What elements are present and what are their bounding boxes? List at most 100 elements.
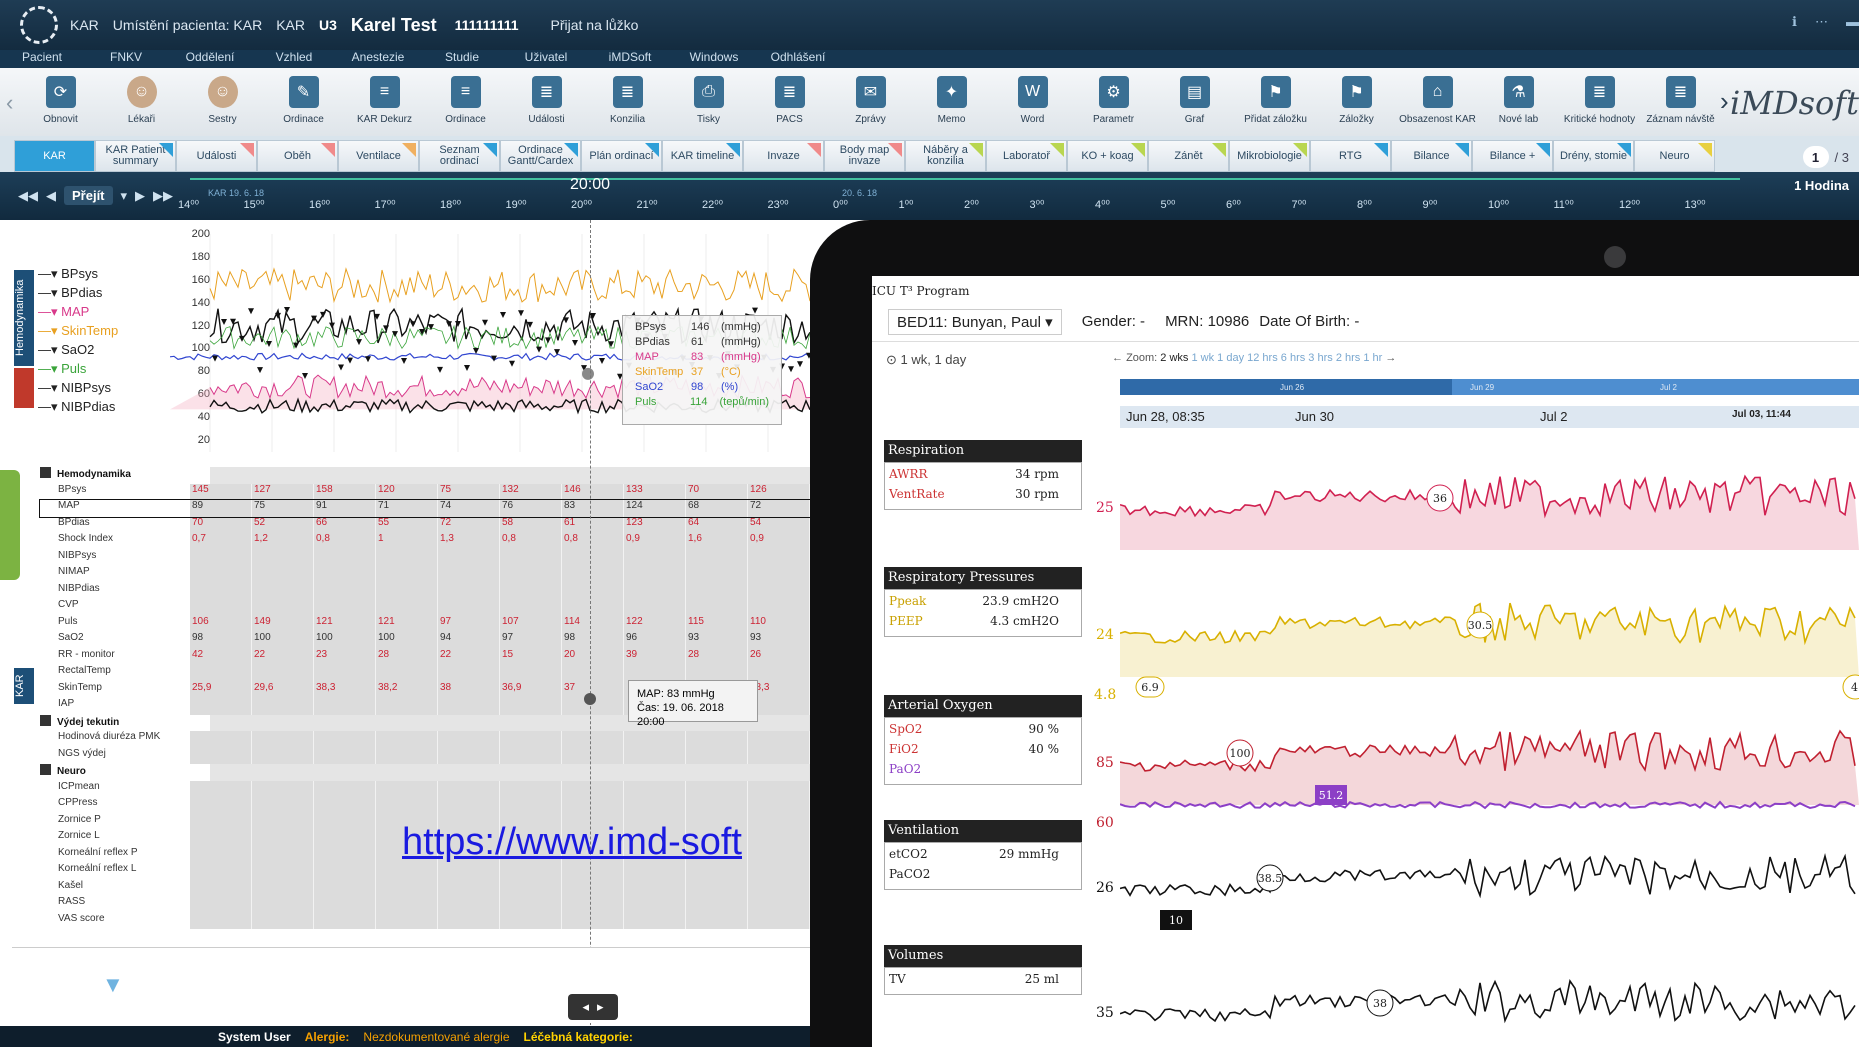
table-cell[interactable]: 26 (748, 648, 810, 665)
table-cell[interactable] (314, 797, 376, 814)
table-cell[interactable] (748, 780, 810, 797)
more-icon[interactable]: ⋯ (1815, 14, 1828, 30)
table-cell[interactable] (314, 912, 376, 929)
table-cell[interactable] (314, 780, 376, 797)
table-cell[interactable] (500, 582, 562, 599)
vital-row[interactable]: TV 25 ml (889, 972, 1077, 992)
forward-icon[interactable]: ▶ (135, 188, 145, 204)
nav-right-icon[interactable]: ▸ (597, 999, 604, 1015)
table-cell[interactable] (252, 863, 314, 880)
table-cell[interactable]: 96 (624, 632, 686, 649)
table-cell[interactable] (190, 813, 252, 830)
fast-forward-icon[interactable]: ▶▶ (153, 188, 173, 204)
menu-item-9[interactable]: Odhlášení (756, 50, 840, 68)
grid-section-header[interactable]: Neuro (40, 764, 810, 781)
vital-row[interactable]: Ppeak 23.9 cmH2O (889, 594, 1077, 614)
table-cell[interactable] (190, 912, 252, 929)
toolbar-button-18[interactable]: ⚗ Nové lab (1478, 68, 1559, 136)
table-cell[interactable] (190, 863, 252, 880)
table-cell[interactable] (562, 549, 624, 566)
table-cell[interactable] (748, 912, 810, 929)
table-cell[interactable]: 75 (438, 483, 500, 500)
toolbar-button-1[interactable]: ☺ Lékaři (101, 68, 182, 136)
table-cell[interactable]: 133 (624, 483, 686, 500)
toolbar-button-4[interactable]: ≡ KAR Dekurz (344, 68, 425, 136)
table-cell[interactable] (500, 912, 562, 929)
table-cell[interactable] (376, 780, 438, 797)
table-cell[interactable]: 158 (314, 483, 376, 500)
table-cell[interactable] (190, 797, 252, 814)
table-cell[interactable]: 28 (686, 648, 748, 665)
table-cell[interactable] (252, 896, 314, 913)
table-cell[interactable]: 93 (686, 632, 748, 649)
toolbar-button-10[interactable]: ✉ Zprávy (830, 68, 911, 136)
table-cell[interactable] (686, 566, 748, 583)
table-cell[interactable] (686, 896, 748, 913)
table-cell[interactable] (438, 912, 500, 929)
table-row[interactable]: CPPress (40, 797, 810, 814)
table-cell[interactable] (252, 797, 314, 814)
table-cell[interactable]: 89 (190, 500, 252, 517)
table-cell[interactable] (252, 912, 314, 929)
table-cell[interactable]: 107 (500, 615, 562, 632)
table-cell[interactable] (252, 731, 314, 748)
table-cell[interactable] (376, 549, 438, 566)
table-row[interactable]: NIBPsys (40, 549, 810, 566)
table-cell[interactable] (314, 599, 376, 616)
bed-select[interactable]: BED11: Bunyan, Paul ▾ (888, 308, 1062, 335)
table-cell[interactable] (748, 549, 810, 566)
table-cell[interactable] (314, 665, 376, 682)
table-cell[interactable]: 0,8 (500, 533, 562, 550)
table-cell[interactable] (190, 566, 252, 583)
table-cell[interactable] (686, 797, 748, 814)
table-row[interactable]: Kašel (40, 879, 810, 896)
table-cell[interactable]: 38 (438, 681, 500, 698)
table-cell[interactable] (500, 879, 562, 896)
legend-item[interactable]: —▾ MAP (38, 302, 118, 321)
table-cell[interactable] (686, 582, 748, 599)
table-cell[interactable] (190, 549, 252, 566)
tab-19[interactable]: Drény, stomie (1553, 140, 1634, 172)
table-row[interactable]: Shock Index 0,7 1,2 0,8 1 1,3 0,8 0,8 0,9 1,6 0,9 (40, 533, 810, 550)
legend-item[interactable]: —▾ SkinTemp (38, 321, 118, 340)
table-row[interactable]: VAS score (40, 912, 810, 929)
table-row[interactable]: RASS (40, 896, 810, 913)
app-logo-icon[interactable] (20, 6, 58, 44)
table-cell[interactable] (748, 879, 810, 896)
table-cell[interactable] (748, 747, 810, 764)
timeline-bar[interactable]: ◀◀ ◀ Přejít ▾ ▶ ▶▶ KAR 19. 6. 18 20. 6. … (0, 172, 1859, 220)
go-dropdown-icon[interactable]: ▾ (121, 188, 128, 204)
menu-item-3[interactable]: Vzhled (252, 50, 336, 68)
table-cell[interactable]: 72 (438, 516, 500, 533)
table-cell[interactable]: 61 (562, 516, 624, 533)
table-row[interactable]: Hodinová diuréza PMK (40, 731, 810, 748)
zoom-option[interactable]: 2 hrs (1336, 352, 1364, 364)
table-cell[interactable] (190, 747, 252, 764)
toolbar-button-3[interactable]: ✎ Ordinace (263, 68, 344, 136)
toolbar-button-8[interactable]: ⎙ Tisky (668, 68, 749, 136)
table-cell[interactable] (562, 599, 624, 616)
table-cell[interactable] (314, 549, 376, 566)
table-cell[interactable] (252, 830, 314, 847)
back-icon[interactable]: ◀ (46, 188, 56, 204)
table-row[interactable]: Puls 106 149 121 121 97 107 114 122 115 110 (40, 615, 810, 632)
table-cell[interactable]: 29,6 (252, 681, 314, 698)
table-cell[interactable] (314, 698, 376, 715)
table-cell[interactable]: 71 (376, 500, 438, 517)
scroll-nav[interactable]: ◂ ▸ (568, 994, 618, 1020)
vital-row[interactable]: PaO2 (889, 762, 1077, 782)
rewind-icon[interactable]: ◀◀ (18, 188, 38, 204)
menu-item-2[interactable]: Oddělení (168, 50, 252, 68)
table-row[interactable]: NIBPdias (40, 582, 810, 599)
vital-row[interactable]: VentRate 30 rpm (889, 487, 1077, 507)
table-cell[interactable] (686, 879, 748, 896)
table-cell[interactable] (376, 896, 438, 913)
table-cell[interactable] (252, 549, 314, 566)
tab-7[interactable]: Plán ordinací (581, 140, 662, 172)
table-row[interactable]: SaO2 98 100 100 100 94 97 98 96 93 93 (40, 632, 810, 649)
table-cell[interactable] (190, 830, 252, 847)
table-cell[interactable] (624, 912, 686, 929)
table-cell[interactable] (562, 896, 624, 913)
table-cell[interactable] (500, 698, 562, 715)
table-cell[interactable]: 70 (686, 483, 748, 500)
